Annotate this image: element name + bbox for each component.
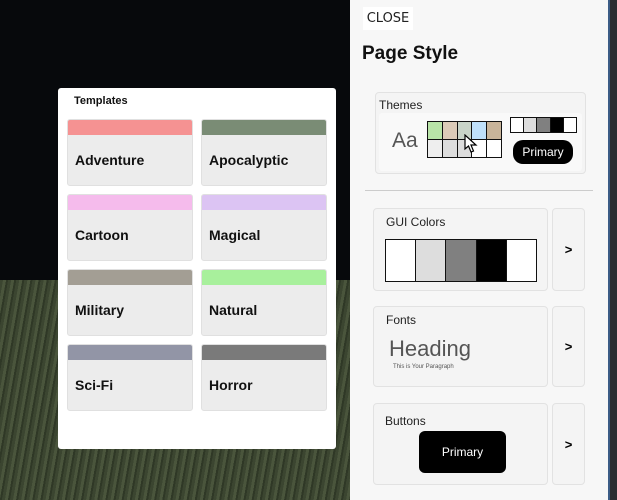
- template-label: Military: [75, 302, 125, 318]
- color-swatch[interactable]: [416, 240, 447, 281]
- cursor-icon: [464, 134, 478, 153]
- templates-panel: Templates Adventure Apocalyptic Cartoon Mag…: [58, 88, 336, 449]
- color-swatch[interactable]: [524, 118, 538, 132]
- template-color-bar: [202, 345, 326, 360]
- template-label: Sci-Fi: [75, 377, 114, 393]
- heading-preview: Heading: [389, 336, 471, 361]
- gui-colors-section[interactable]: GUI Colors: [373, 208, 548, 291]
- template-color-bar: [202, 120, 326, 135]
- color-swatch[interactable]: [506, 240, 537, 281]
- color-swatch[interactable]: [428, 140, 443, 157]
- color-swatch[interactable]: [442, 122, 458, 139]
- template-label: Adventure: [75, 152, 145, 168]
- template-color-bar: [202, 270, 326, 285]
- color-swatch[interactable]: [550, 118, 564, 132]
- template-color-bar: [68, 120, 192, 135]
- page-style-panel: CLOSE Page Style Themes Aa Primary GUI C…: [350, 0, 608, 500]
- buttons-section[interactable]: Buttons Primary: [373, 403, 548, 485]
- themes-label: Themes: [379, 98, 423, 112]
- divider: [365, 190, 593, 191]
- template-color-bar: [68, 345, 192, 360]
- gui-colors-label: GUI Colors: [386, 215, 446, 229]
- color-swatch[interactable]: [511, 118, 525, 132]
- font-preview: Aa: [392, 129, 418, 152]
- buttons-next-button[interactable]: >: [552, 403, 585, 485]
- template-label: Apocalyptic: [209, 152, 289, 168]
- scrollbar[interactable]: [608, 0, 617, 500]
- fonts-section[interactable]: Fonts Heading This is Your Paragraph: [373, 306, 548, 387]
- template-card-adventure[interactable]: Adventure: [67, 119, 193, 186]
- template-card-magical[interactable]: Magical: [201, 194, 327, 261]
- color-swatch[interactable]: [476, 240, 507, 281]
- color-swatch[interactable]: [428, 122, 443, 139]
- theme-gui-swatches: [510, 117, 577, 133]
- color-swatch[interactable]: [563, 118, 577, 132]
- close-button[interactable]: CLOSE: [363, 7, 413, 30]
- template-label: Cartoon: [75, 227, 129, 243]
- template-card-cartoon[interactable]: Cartoon: [67, 194, 193, 261]
- template-label: Magical: [209, 227, 261, 243]
- theme-primary-button: Primary: [513, 140, 573, 164]
- gui-color-swatches[interactable]: [385, 239, 537, 282]
- template-card-apocalyptic[interactable]: Apocalyptic: [201, 119, 327, 186]
- gui-colors-next-button[interactable]: >: [552, 208, 585, 291]
- color-swatch[interactable]: [386, 240, 417, 281]
- theme-preview[interactable]: Aa Primary: [379, 113, 582, 171]
- color-swatch[interactable]: [446, 240, 477, 281]
- template-card-sci-fi[interactable]: Sci-Fi: [67, 344, 193, 411]
- templates-title: Templates: [74, 95, 128, 107]
- template-card-natural[interactable]: Natural: [201, 269, 327, 336]
- color-swatch[interactable]: [487, 122, 501, 139]
- template-color-bar: [202, 195, 326, 210]
- page-title: Page Style: [362, 43, 459, 64]
- template-label: Natural: [209, 302, 258, 318]
- fonts-label: Fonts: [386, 313, 417, 327]
- primary-button-preview[interactable]: Primary: [419, 431, 506, 473]
- template-color-bar: [68, 270, 192, 285]
- template-color-bar: [68, 195, 192, 210]
- fonts-next-button[interactable]: >: [552, 306, 585, 387]
- color-swatch[interactable]: [487, 140, 501, 157]
- paragraph-preview: This is Your Paragraph: [393, 364, 454, 370]
- color-swatch[interactable]: [442, 140, 458, 157]
- template-card-horror[interactable]: Horror: [201, 344, 327, 411]
- template-label: Horror: [209, 377, 253, 393]
- color-swatch[interactable]: [537, 118, 551, 132]
- template-card-military[interactable]: Military: [67, 269, 193, 336]
- buttons-label: Buttons: [385, 414, 426, 428]
- themes-section[interactable]: Themes Aa Primary: [375, 92, 586, 174]
